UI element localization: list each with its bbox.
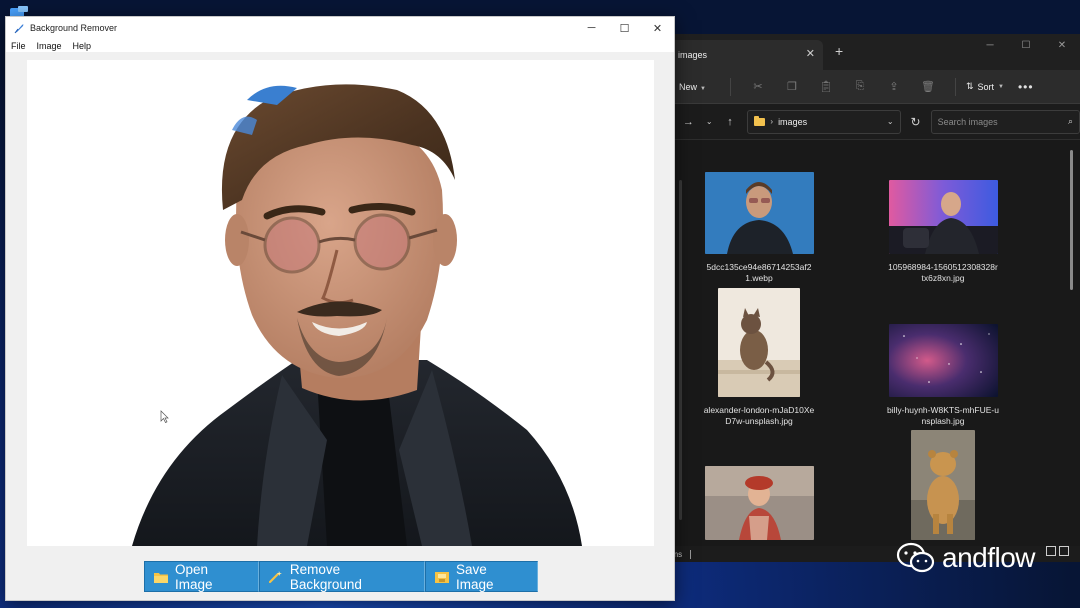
explorer-window-controls: ─ ☐ ✕ (972, 34, 1080, 56)
file-thumbnail (704, 466, 814, 540)
file-explorer-window: images ✕ + ─ ☐ ✕ New ▼ ✂ ❐ 📋︎ ⎘ ⇪ 🗑︎ ⇅ Sor… (660, 34, 1080, 562)
address-bar[interactable]: › images ⌄ (747, 109, 901, 134)
explorer-command-bar: New ▼ ✂ ❐ 📋︎ ⎘ ⇪ 🗑︎ ⇅ Sort ▼ ••• (661, 70, 1080, 104)
maximize-icon[interactable]: ☐ (608, 17, 641, 39)
explorer-tab-label: images (678, 50, 708, 60)
file-thumbnail (718, 288, 800, 397)
delete-icon[interactable]: 🗑︎ (911, 76, 945, 98)
up-icon[interactable]: ↑ (721, 112, 740, 132)
open-image-button[interactable]: Open Image (144, 561, 259, 592)
file-item[interactable]: 105968984-1560512308328rtx6z8xn.jpg (873, 180, 1013, 284)
remove-background-button[interactable]: Remove Background (259, 561, 425, 592)
forward-icon[interactable]: → (679, 112, 698, 132)
vertical-scrollbar[interactable] (1070, 150, 1073, 290)
minimize-icon[interactable]: ─ (972, 34, 1008, 56)
app-titlebar: Background Remover ─ ☐ ✕ (6, 17, 674, 39)
sort-icon: ⇅ (965, 81, 974, 91)
save-image-label: Save Image (456, 561, 494, 592)
close-icon[interactable]: ✕ (641, 17, 674, 39)
address-dropdown-icon[interactable]: ⌄ (887, 117, 894, 126)
search-input[interactable] (937, 116, 1068, 127)
file-name: 105968984-1560512308328rtx6z8xn.jpg (888, 262, 998, 283)
search-box[interactable]: ⌕ (930, 109, 1080, 134)
magic-wand-icon (269, 570, 282, 583)
explorer-view-toggles (1046, 546, 1069, 556)
tiles-view-icon[interactable] (1059, 546, 1069, 556)
copy-icon[interactable]: ❐ (775, 76, 809, 98)
file-item[interactable] (689, 466, 829, 546)
toolbar-divider (729, 77, 731, 96)
menu-file[interactable]: File (11, 41, 26, 51)
save-image-button[interactable]: Save Image (425, 561, 538, 592)
details-view-icon[interactable] (1046, 546, 1056, 556)
image-canvas (27, 60, 654, 546)
menu-bar: File Image Help (6, 39, 674, 53)
file-item[interactable]: billy-huynh-W8KTS-mhFUE-unsplash.jpg (873, 324, 1013, 427)
file-thumbnail (888, 180, 998, 254)
file-item[interactable]: alexander-london-mJaD10XeD7w-unsplash.jp… (689, 288, 829, 427)
file-thumbnail (911, 430, 975, 540)
watermark: andflow (896, 542, 1036, 574)
feather-icon (14, 24, 24, 34)
folder-icon (754, 115, 766, 126)
navigation-pane-edge (679, 180, 682, 520)
save-folder-icon (435, 571, 449, 583)
breadcrumb-chevron-icon: › (770, 117, 774, 126)
recent-locations-icon[interactable]: ⌄ (700, 112, 719, 132)
minimize-icon[interactable]: ─ (575, 17, 608, 39)
file-thumbnail (704, 172, 814, 254)
open-image-label: Open Image (174, 561, 213, 592)
explorer-file-area: 5dcc135ce94e86714253af21.webp 105968984- (661, 140, 1080, 546)
portrait-image (132, 84, 582, 546)
tab-close-icon[interactable]: ✕ (806, 47, 815, 60)
toolbar-divider (954, 77, 956, 96)
file-item[interactable] (873, 430, 1013, 546)
app-title: Background Remover (30, 23, 118, 33)
folder-icon (154, 572, 168, 583)
watermark-text: andflow (942, 542, 1036, 573)
new-button[interactable]: New ▼ (679, 82, 706, 92)
explorer-titlebar: images ✕ + ─ ☐ ✕ (661, 34, 1080, 70)
paste-icon[interactable]: 📋︎ (809, 76, 843, 98)
mouse-cursor-icon (160, 410, 169, 423)
rename-icon[interactable]: ⎘ (843, 76, 877, 98)
new-tab-icon[interactable]: + (835, 43, 843, 59)
search-icon: ⌕ (1067, 116, 1073, 126)
explorer-address-row: → ⌄ ↑ › images ⌄ ↻ ⌕ (661, 104, 1080, 140)
more-options-icon[interactable]: ••• (1018, 80, 1034, 94)
sort-button[interactable]: ⇅ Sort ▼ (966, 81, 1004, 92)
app-window-controls: ─ ☐ ✕ (575, 17, 674, 39)
menu-image[interactable]: Image (37, 41, 62, 51)
file-name: alexander-london-mJaD10XeD7w-unsplash.jp… (703, 405, 815, 426)
action-button-row: Open Image Remove Background Save Image (144, 561, 538, 592)
close-icon[interactable]: ✕ (1044, 34, 1080, 56)
status-divider (690, 549, 692, 559)
background-remover-window: Background Remover ─ ☐ ✕ File Image Help (5, 16, 675, 601)
cut-icon[interactable]: ✂ (741, 76, 775, 98)
address-text: images (778, 116, 808, 127)
remove-background-label: Remove Background (289, 561, 362, 592)
maximize-icon[interactable]: ☐ (1008, 34, 1044, 56)
file-thumbnail (888, 324, 998, 397)
file-name: billy-huynh-W8KTS-mhFUE-unsplash.jpg (887, 405, 999, 426)
refresh-icon[interactable]: ↻ (911, 115, 921, 129)
file-name: 5dcc135ce94e86714253af21.webp (706, 262, 812, 283)
menu-help[interactable]: Help (73, 41, 92, 51)
file-item[interactable]: 5dcc135ce94e86714253af21.webp (689, 172, 829, 284)
wechat-icon (896, 542, 935, 573)
explorer-tab[interactable]: images ✕ (669, 40, 823, 70)
share-icon[interactable]: ⇪ (877, 76, 911, 98)
